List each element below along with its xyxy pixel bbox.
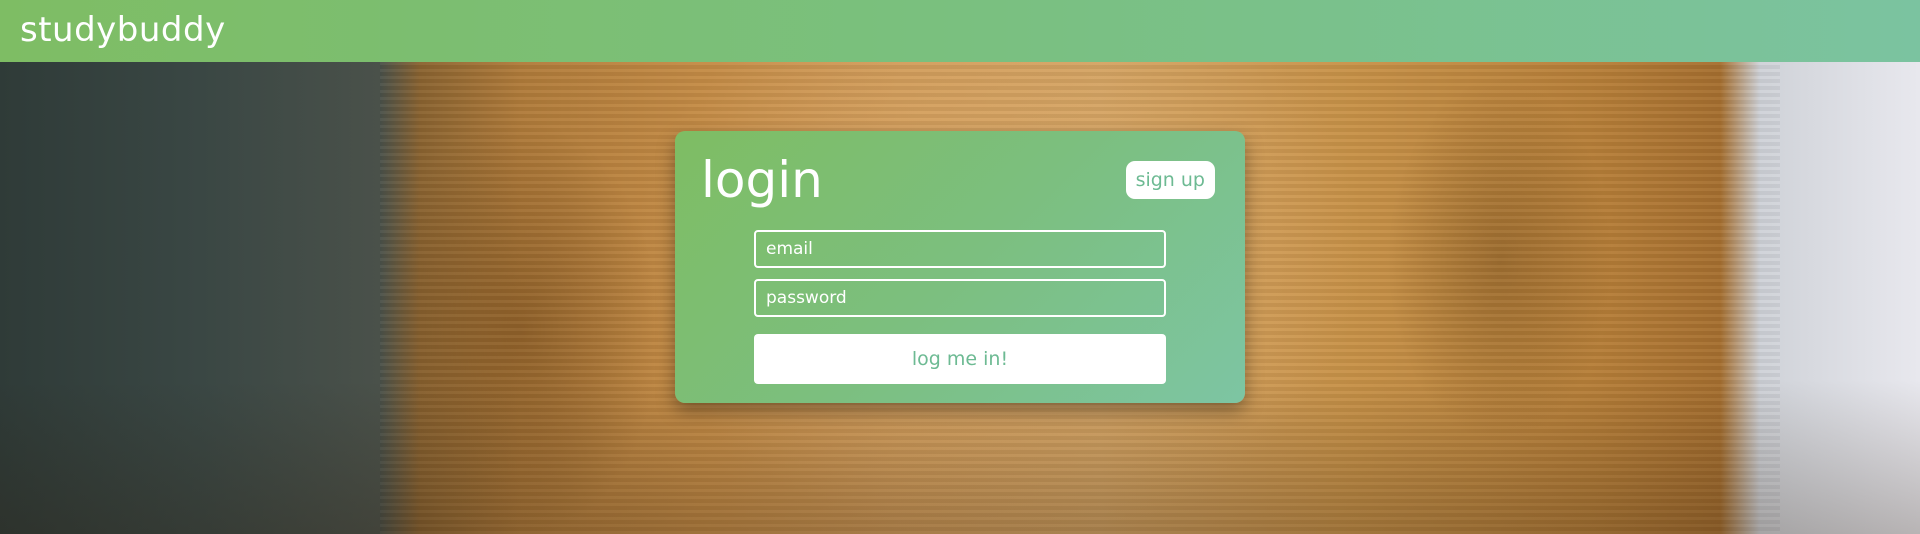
top-header-bar: studybuddy [0,0,1920,62]
log-in-button[interactable]: log me in! [754,334,1166,384]
email-field[interactable] [754,230,1166,268]
page: studybuddy login sign up log me in! [0,0,1920,534]
sign-up-button[interactable]: sign up [1125,161,1215,199]
brand-logo-text[interactable]: studybuddy [20,10,226,50]
password-field[interactable] [754,279,1166,317]
background-shade [0,380,1920,534]
login-title: login [701,151,823,209]
login-card: login sign up log me in! [675,131,1245,403]
